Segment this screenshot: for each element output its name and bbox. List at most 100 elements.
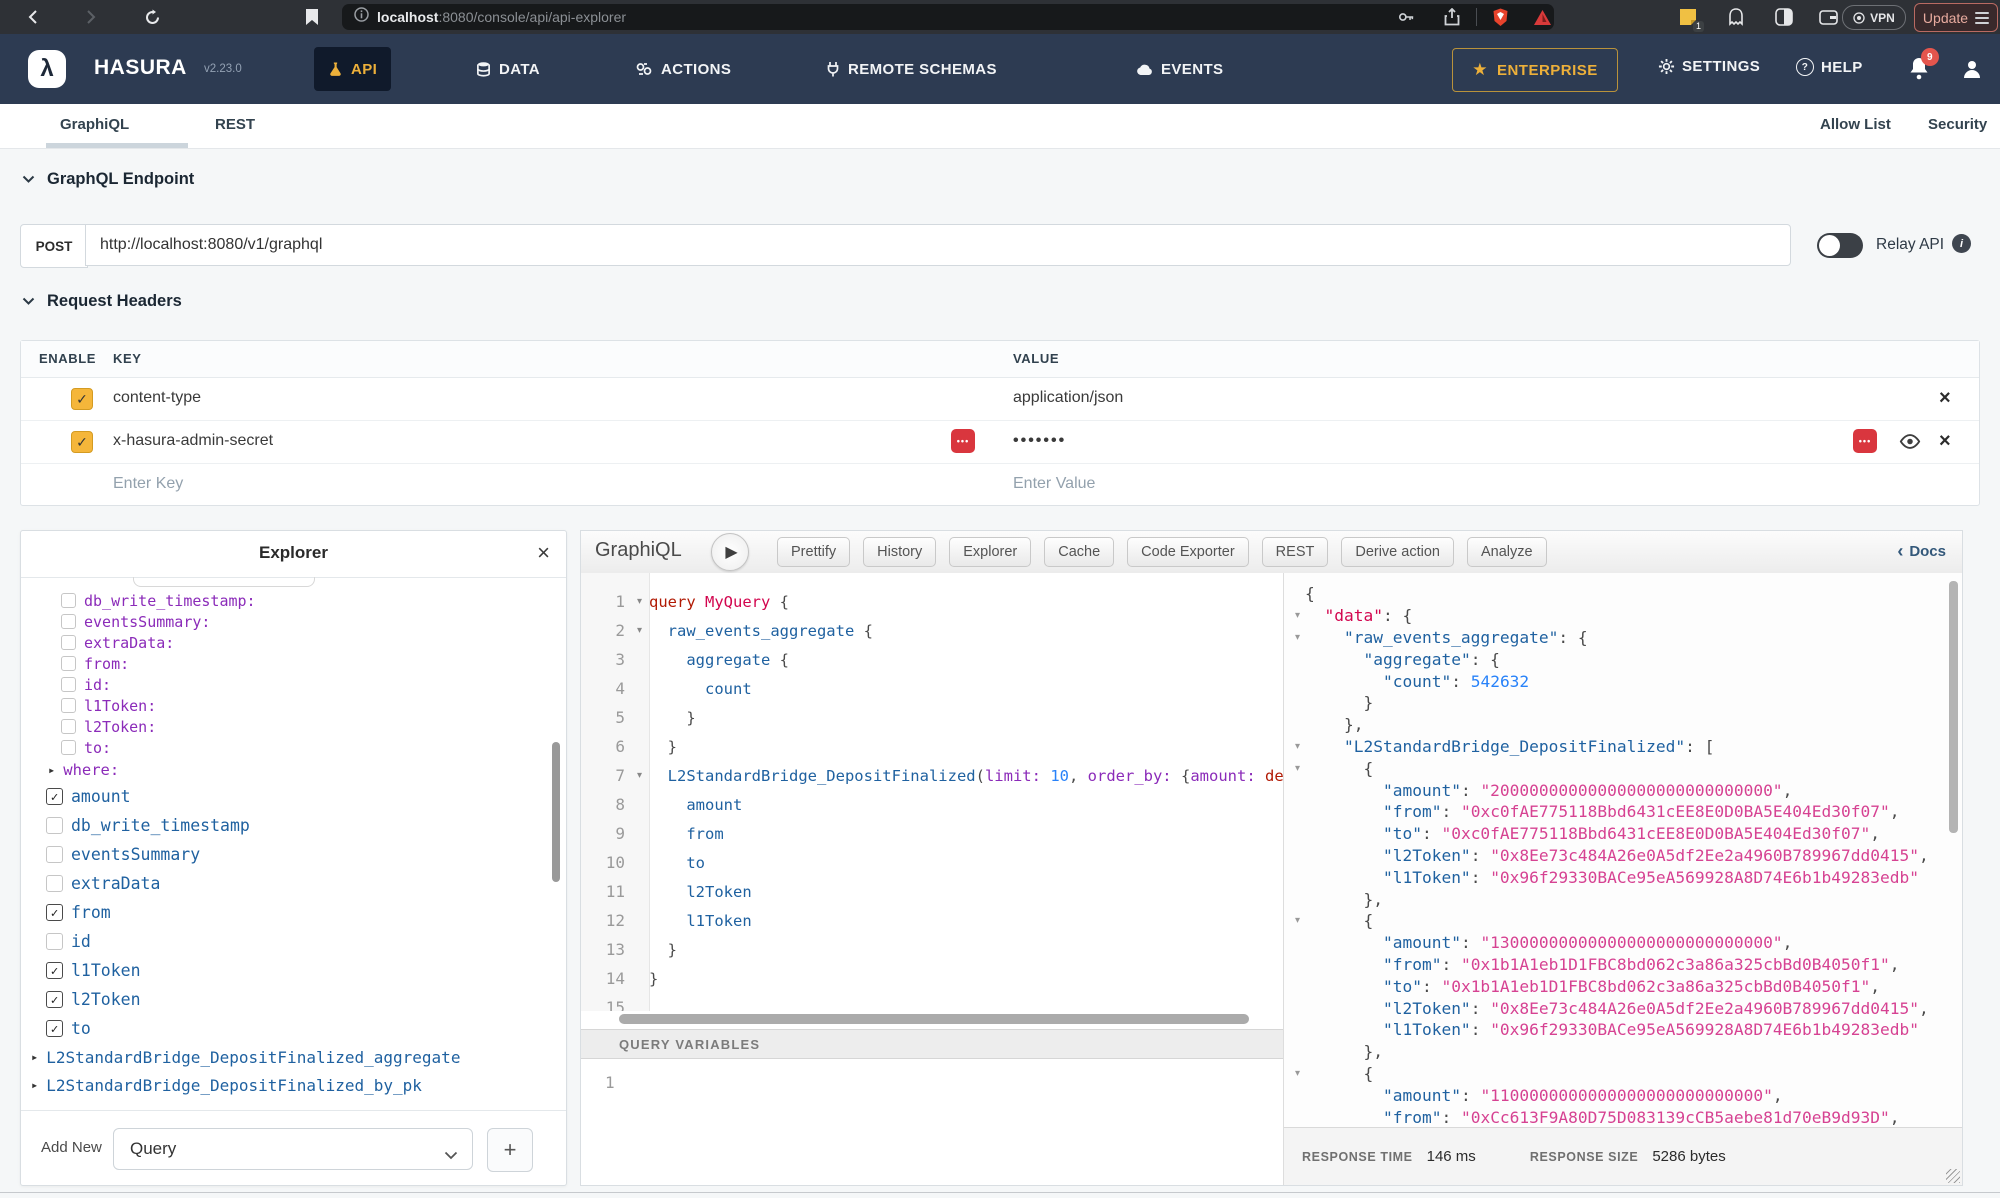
explorer-item-from[interactable]: ✓from xyxy=(21,898,566,927)
enable-checkbox[interactable]: ✓ xyxy=(71,388,93,410)
expand-arrow-icon[interactable]: ▸ xyxy=(31,1050,38,1064)
explorer-item-where[interactable]: ▸where: xyxy=(21,758,566,782)
settings-button[interactable]: SETTINGS xyxy=(1658,58,1760,75)
notifications-button[interactable]: 9 xyxy=(1908,56,1930,80)
key-icon[interactable] xyxy=(1394,5,1418,29)
query-editor[interactable]: 1▾query MyQuery {2▾ raw_events_aggregate… xyxy=(581,573,1283,1185)
explorer-field-list[interactable]: db_write_timestamp:eventsSummary:extraDa… xyxy=(21,577,566,1113)
field-checkbox[interactable] xyxy=(46,933,63,950)
back-icon[interactable] xyxy=(22,5,46,29)
field-checkbox[interactable] xyxy=(46,817,63,834)
field-checkbox[interactable] xyxy=(61,698,76,713)
add-operation-button[interactable]: + xyxy=(487,1128,533,1172)
field-checkbox[interactable] xyxy=(61,635,76,650)
response-scrollbar[interactable] xyxy=(1949,581,1958,833)
query-variables-header[interactable]: QUERY VARIABLES xyxy=(581,1029,1283,1059)
explorer-item-id[interactable]: id xyxy=(21,927,566,956)
fold-arrow-icon[interactable]: ▾ xyxy=(1290,610,1305,621)
nav-item-actions[interactable]: ACTIONS xyxy=(622,47,745,91)
fold-arrow-icon[interactable]: ▾ xyxy=(630,625,649,636)
endpoint-url-input[interactable]: http://localhost:8080/v1/graphql xyxy=(85,224,1791,266)
reload-icon[interactable] xyxy=(140,5,164,29)
fold-arrow-icon[interactable]: ▾ xyxy=(630,770,649,781)
vpn-button[interactable]: VPN xyxy=(1842,5,1906,30)
explorer-item-L2StandardBridge_DepositFinalized_aggregate[interactable]: ▸L2StandardBridge_DepositFinalized_aggre… xyxy=(21,1043,566,1071)
explorer-item-l2Token[interactable]: l2Token: xyxy=(21,716,566,737)
password-manager-icon[interactable]: ••• xyxy=(1853,429,1877,453)
share-icon[interactable] xyxy=(1440,5,1464,29)
history-button[interactable]: History xyxy=(863,537,936,567)
editor-horizontal-scrollbar[interactable] xyxy=(619,1014,1249,1024)
forward-icon[interactable] xyxy=(78,5,102,29)
fold-arrow-icon[interactable]: ▾ xyxy=(1290,763,1305,774)
field-checkbox[interactable] xyxy=(46,846,63,863)
contrast-extension-icon[interactable] xyxy=(1772,5,1796,29)
relay-api-toggle[interactable] xyxy=(1817,233,1863,258)
address-bar[interactable]: localhost:8080/console/api/api-explorer xyxy=(342,4,1554,30)
derive-action-button[interactable]: Derive action xyxy=(1341,537,1454,567)
bookmark-icon[interactable] xyxy=(300,5,324,29)
field-checkbox[interactable]: ✓ xyxy=(46,1020,63,1037)
analyze-button[interactable]: Analyze xyxy=(1467,537,1547,567)
user-menu-button[interactable] xyxy=(1962,59,1982,84)
hasura-logo[interactable]: λ xyxy=(28,50,66,88)
prettify-button[interactable]: Prettify xyxy=(777,537,850,567)
graphql-endpoint-header[interactable]: GraphQL Endpoint xyxy=(22,170,194,189)
tab-graphiql[interactable]: GraphiQL xyxy=(60,116,129,133)
explorer-item-l2Token[interactable]: ✓l2Token xyxy=(21,985,566,1014)
explorer-item-to[interactable]: ✓to xyxy=(21,1014,566,1043)
field-checkbox[interactable]: ✓ xyxy=(46,962,63,979)
fold-arrow-icon[interactable]: ▾ xyxy=(1290,1068,1305,1079)
explorer-item-id[interactable]: id: xyxy=(21,674,566,695)
remove-header-icon[interactable]: × xyxy=(1939,431,1951,451)
explorer-item-amount[interactable]: ✓amount xyxy=(21,782,566,811)
explorer-item-eventsSummary[interactable]: eventsSummary: xyxy=(21,611,566,632)
header-key[interactable]: content-type xyxy=(113,389,201,407)
fold-arrow-icon[interactable]: ▾ xyxy=(1290,741,1305,752)
explorer-item-db_write_timestamp[interactable]: db_write_timestamp xyxy=(21,811,566,840)
cache-button[interactable]: Cache xyxy=(1044,537,1114,567)
field-checkbox[interactable] xyxy=(61,740,76,755)
new-key-input[interactable]: Enter Key xyxy=(113,475,183,493)
tab-rest[interactable]: REST xyxy=(215,116,255,133)
execute-query-button[interactable]: ▶ xyxy=(711,533,749,571)
site-info-icon[interactable] xyxy=(354,7,369,27)
wallet-extension-icon[interactable] xyxy=(1816,5,1840,29)
reveal-eye-icon[interactable] xyxy=(1899,434,1921,454)
update-button[interactable]: Update xyxy=(1914,3,1998,32)
field-checkbox[interactable]: ✓ xyxy=(46,991,63,1008)
request-headers-header[interactable]: Request Headers xyxy=(22,292,182,311)
field-checkbox[interactable] xyxy=(61,593,76,608)
field-checkbox[interactable] xyxy=(61,719,76,734)
explorer-item-L2StandardBridge_DepositFinalized_by_pk[interactable]: ▸L2StandardBridge_DepositFinalized_by_pk xyxy=(21,1071,566,1099)
password-manager-icon[interactable]: ••• xyxy=(951,429,975,453)
remove-header-icon[interactable]: × xyxy=(1939,388,1951,408)
nav-item-remote-schemas[interactable]: REMOTE SCHEMAS xyxy=(812,47,1011,91)
explorer-button[interactable]: Explorer xyxy=(949,537,1031,567)
relay-info-icon[interactable]: i xyxy=(1952,234,1971,253)
notes-extension-icon[interactable]: 1 xyxy=(1676,5,1700,29)
field-checkbox[interactable]: ✓ xyxy=(46,788,63,805)
rest-button[interactable]: REST xyxy=(1262,537,1329,567)
fold-arrow-icon[interactable]: ▾ xyxy=(1290,632,1305,643)
explorer-item-eventsSummary[interactable]: eventsSummary xyxy=(21,840,566,869)
expand-arrow-icon[interactable]: ▸ xyxy=(48,763,55,777)
explorer-item-l1Token[interactable]: l1Token: xyxy=(21,695,566,716)
nav-item-api[interactable]: API xyxy=(314,47,391,91)
field-checkbox[interactable] xyxy=(61,677,76,692)
enable-checkbox[interactable]: ✓ xyxy=(71,431,93,453)
link-allow-list[interactable]: Allow List xyxy=(1820,116,1891,133)
nav-item-data[interactable]: DATA xyxy=(462,47,554,91)
resize-handle[interactable] xyxy=(1946,1169,1960,1183)
nav-item-events[interactable]: EVENTS xyxy=(1122,47,1237,91)
fold-arrow-icon[interactable]: ▾ xyxy=(1290,915,1305,926)
explorer-item-l1Token[interactable]: ✓l1Token xyxy=(21,956,566,985)
field-checkbox[interactable]: ✓ xyxy=(46,904,63,921)
warning-triangle-icon[interactable] xyxy=(1530,5,1554,29)
menu-icon[interactable] xyxy=(1975,9,1989,27)
fold-arrow-icon[interactable]: ▾ xyxy=(630,596,649,607)
header-value-masked[interactable]: ••••••• xyxy=(1013,432,1066,450)
new-value-input[interactable]: Enter Value xyxy=(1013,475,1095,493)
close-icon[interactable]: × xyxy=(537,540,550,566)
explorer-scrollbar[interactable] xyxy=(552,742,560,882)
